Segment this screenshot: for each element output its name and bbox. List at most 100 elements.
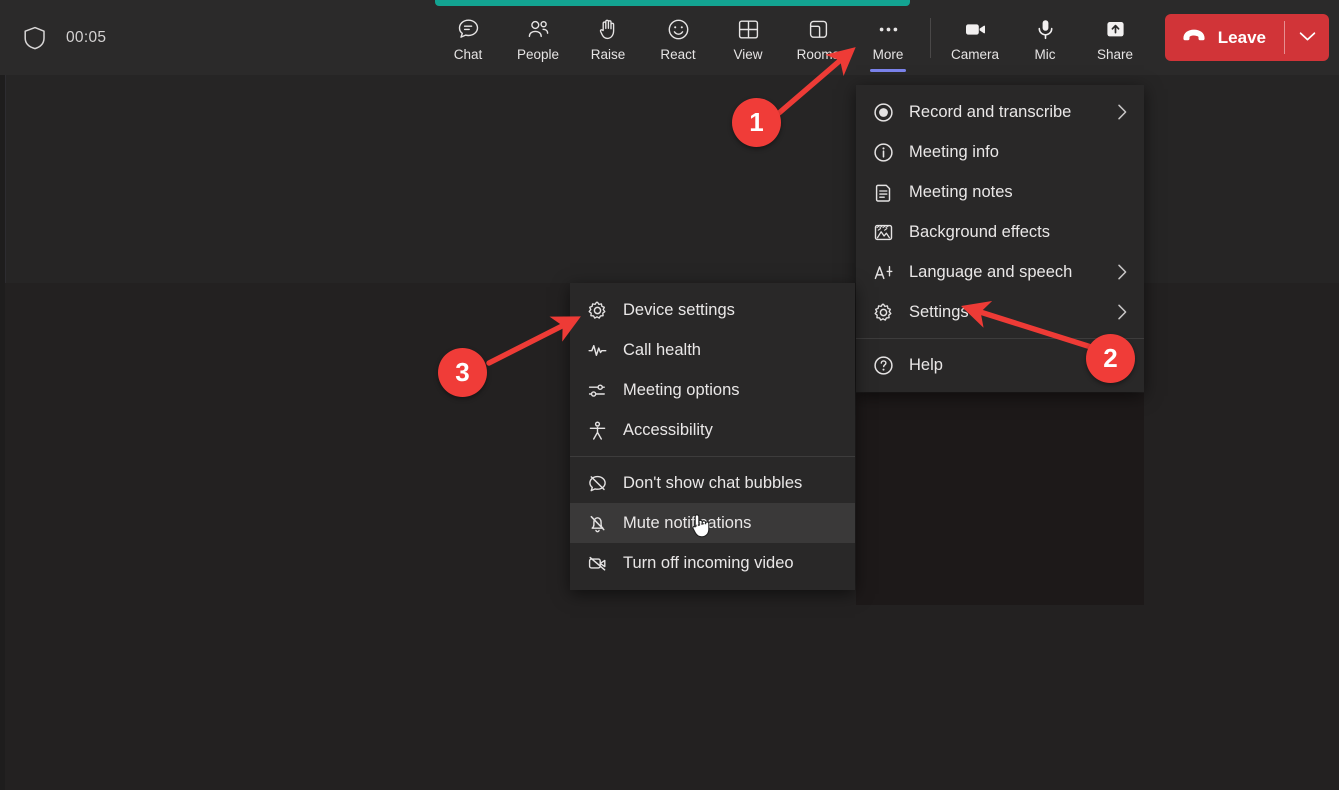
menu-item-label: Don't show chat bubbles bbox=[623, 474, 803, 492]
toolbar-label-raise: Raise bbox=[590, 47, 626, 62]
annotation-badge-number: 2 bbox=[1103, 343, 1118, 373]
chat-bubble-icon bbox=[456, 14, 481, 44]
breakout-rooms-icon bbox=[806, 14, 831, 44]
annotation-badge-number: 3 bbox=[455, 357, 470, 387]
annotation-badge-2: 2 bbox=[1086, 334, 1135, 383]
toolbar-label-chat: Chat bbox=[453, 47, 483, 62]
menu-item-settings[interactable]: Settings bbox=[856, 292, 1144, 332]
chevron-right-icon bbox=[1117, 264, 1128, 281]
toolbar-label-people: People bbox=[516, 47, 560, 62]
menu-item-mute-notifications[interactable]: Mute notifications bbox=[570, 503, 855, 543]
menu-item-call-health[interactable]: Call health bbox=[570, 330, 855, 370]
menu-item-dont-show-chat-bubbles[interactable]: Don't show chat bubbles bbox=[570, 463, 855, 503]
menu-item-label: Record and transcribe bbox=[909, 103, 1072, 121]
chevron-right-icon bbox=[1117, 104, 1128, 121]
menu-item-meeting-notes[interactable]: Meeting notes bbox=[856, 172, 1144, 212]
hangup-phone-icon bbox=[1181, 26, 1207, 49]
meeting-timer: 00:05 bbox=[66, 29, 107, 46]
chat-bubble-off-icon bbox=[587, 473, 613, 494]
menu-item-label: Mute notifications bbox=[623, 514, 752, 532]
toolbar-right-controls: Camera Mic Share bbox=[940, 10, 1150, 68]
meeting-toolbar: 00:05 Chat People Raise React View Rooms… bbox=[0, 0, 1339, 75]
microphone-icon bbox=[1033, 14, 1058, 44]
notes-page-icon bbox=[873, 182, 899, 203]
share-screen-icon bbox=[1103, 14, 1128, 44]
menu-shadow-panel bbox=[856, 393, 1144, 605]
raise-hand-icon bbox=[596, 14, 621, 44]
meeting-window: 00:05 Chat People Raise React View Rooms… bbox=[0, 0, 1339, 790]
accessibility-icon bbox=[587, 420, 613, 441]
menu-item-accessibility[interactable]: Accessibility bbox=[570, 410, 855, 450]
gear-icon bbox=[873, 302, 899, 323]
toolbar-label-react: React bbox=[660, 47, 696, 62]
settings-submenu: Device settings Call health Meeting opti… bbox=[570, 283, 855, 590]
chevron-right-icon bbox=[1117, 304, 1128, 321]
menu-item-label: Device settings bbox=[623, 301, 735, 319]
toolbar-button-raise[interactable]: Raise bbox=[573, 10, 643, 68]
leave-button-label: Leave bbox=[1217, 27, 1266, 47]
menu-item-label: Meeting info bbox=[909, 143, 999, 161]
language-speech-icon bbox=[873, 262, 899, 283]
leave-button-group[interactable]: Leave bbox=[1164, 14, 1329, 61]
toolbar-label-camera: Camera bbox=[950, 47, 999, 62]
menu-item-label: Language and speech bbox=[909, 263, 1073, 281]
menu-item-turn-off-incoming-video[interactable]: Turn off incoming video bbox=[570, 543, 855, 583]
toolbar-label-view: View bbox=[733, 47, 763, 62]
menu-item-record-and-transcribe[interactable]: Record and transcribe bbox=[856, 92, 1144, 132]
meeting-status-group: 00:05 bbox=[24, 18, 106, 58]
grid-view-icon bbox=[736, 14, 761, 44]
gear-icon bbox=[587, 300, 613, 321]
shield-icon bbox=[24, 26, 46, 50]
menu-item-device-settings[interactable]: Device settings bbox=[570, 290, 855, 330]
menu-item-meeting-options[interactable]: Meeting options bbox=[570, 370, 855, 410]
menu-item-label: Meeting notes bbox=[909, 183, 1013, 201]
leave-button[interactable]: Leave bbox=[1165, 14, 1284, 61]
people-icon bbox=[526, 14, 551, 44]
record-circle-icon bbox=[873, 102, 899, 123]
video-off-icon bbox=[587, 553, 613, 574]
toolbar-button-view[interactable]: View bbox=[713, 10, 783, 68]
toolbar-label-mic: Mic bbox=[1034, 47, 1056, 62]
bell-off-icon bbox=[587, 513, 613, 534]
active-tab-underline bbox=[870, 69, 906, 72]
menu-item-label: Settings bbox=[909, 303, 969, 321]
toolbar-button-camera[interactable]: Camera bbox=[940, 10, 1010, 68]
pulse-heartbeat-icon bbox=[587, 340, 613, 361]
menu-item-label: Help bbox=[909, 356, 943, 374]
toolbar-button-mic[interactable]: Mic bbox=[1010, 10, 1080, 68]
menu-item-label: Call health bbox=[623, 341, 701, 359]
toolbar-button-chat[interactable]: Chat bbox=[433, 10, 503, 68]
menu-item-label: Background effects bbox=[909, 223, 1050, 241]
menu-item-language-and-speech[interactable]: Language and speech bbox=[856, 252, 1144, 292]
toolbar-label-share: Share bbox=[1096, 47, 1134, 62]
toolbar-button-rooms[interactable]: Rooms bbox=[783, 10, 853, 68]
toolbar-label-rooms: Rooms bbox=[796, 47, 840, 62]
toolbar-center-controls: Chat People Raise React View Rooms More bbox=[433, 10, 923, 72]
smiley-react-icon bbox=[666, 14, 691, 44]
toolbar-divider bbox=[930, 18, 931, 58]
menu-item-label: Accessibility bbox=[623, 421, 713, 439]
toolbar-button-share[interactable]: Share bbox=[1080, 10, 1150, 68]
menu-item-label: Meeting options bbox=[623, 381, 740, 399]
toolbar-label-more: More bbox=[872, 47, 904, 62]
camera-icon bbox=[963, 14, 988, 44]
info-circle-icon bbox=[873, 142, 899, 163]
toolbar-button-people[interactable]: People bbox=[503, 10, 573, 68]
chevron-down-icon bbox=[1299, 29, 1316, 47]
annotation-badge-number: 1 bbox=[749, 107, 764, 137]
annotation-badge-1: 1 bbox=[732, 98, 781, 147]
more-ellipsis-icon bbox=[876, 14, 901, 44]
annotation-badge-3: 3 bbox=[438, 348, 487, 397]
menu-item-background-effects[interactable]: Background effects bbox=[856, 212, 1144, 252]
menu-item-meeting-info[interactable]: Meeting info bbox=[856, 132, 1144, 172]
menu-divider bbox=[570, 456, 855, 457]
toolbar-button-more[interactable]: More bbox=[853, 10, 923, 72]
video-stage-left-rail bbox=[0, 75, 5, 790]
toolbar-button-react[interactable]: React bbox=[643, 10, 713, 68]
background-effects-icon bbox=[873, 222, 899, 243]
sliders-options-icon bbox=[587, 380, 613, 401]
help-question-icon bbox=[873, 355, 899, 376]
menu-item-label: Turn off incoming video bbox=[623, 554, 794, 572]
meeting-accent-bar bbox=[435, 0, 910, 6]
leave-dropdown-button[interactable] bbox=[1285, 14, 1329, 61]
